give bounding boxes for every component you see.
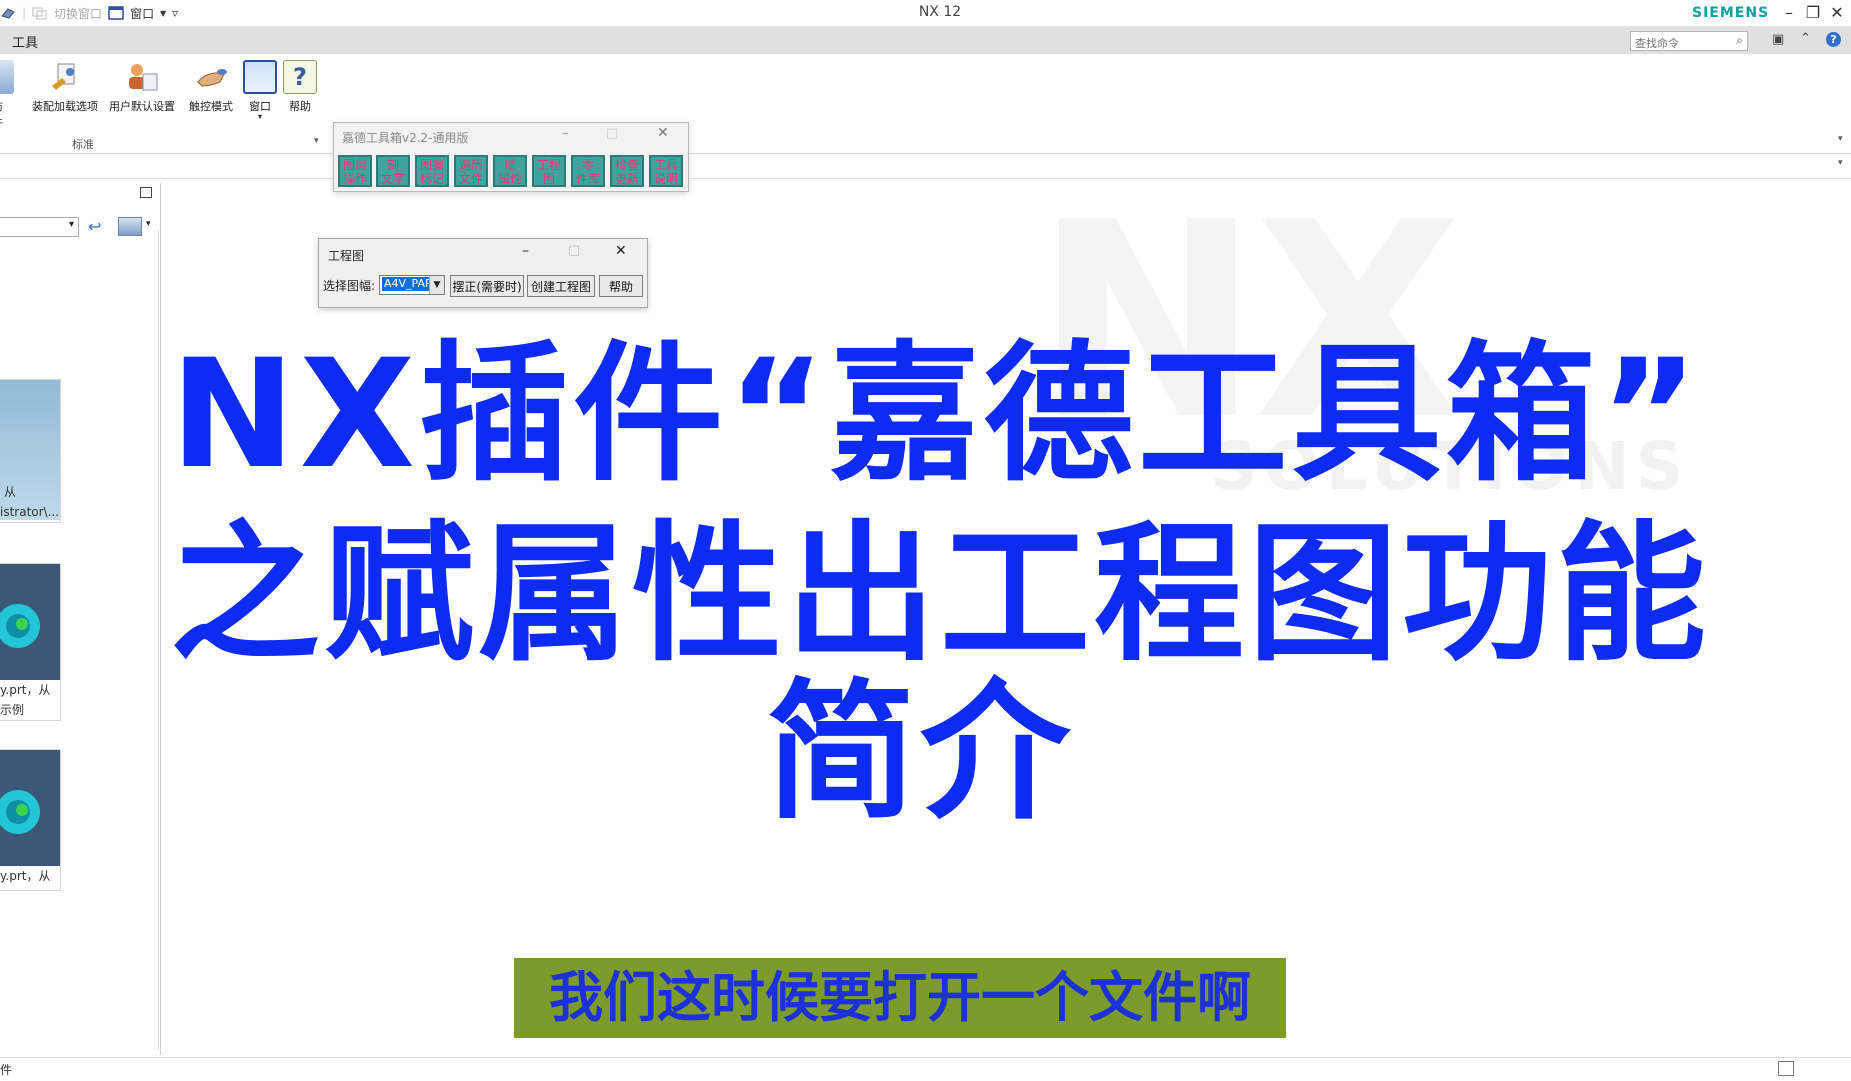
- dialog-maximize-button[interactable]: □: [568, 243, 580, 258]
- group-expand-icon[interactable]: ▾: [314, 136, 319, 146]
- list-item[interactable]: 从 istrator\...: [0, 379, 61, 523]
- window-menu-label[interactable]: 窗口: [130, 5, 154, 22]
- help-book-icon: ?: [283, 60, 317, 94]
- item-caption: 示例: [0, 703, 25, 717]
- dialog-close-button[interactable]: ✕: [615, 243, 627, 259]
- create-drawing-button[interactable]: 创建工程图: [527, 275, 595, 297]
- dropdown-arrow-icon[interactable]: ▾: [160, 6, 166, 20]
- part-thumbnail: [0, 564, 60, 680]
- help-icon[interactable]: ?: [1826, 32, 1841, 47]
- view-dropdown-icon[interactable]: ▾: [146, 219, 151, 229]
- sheet-size-select[interactable]: A4V_PAR ▼: [379, 275, 445, 295]
- toolbox-close-button[interactable]: ✕: [657, 125, 669, 141]
- toolbox-check-update-button[interactable]: 检查 更新: [610, 155, 644, 187]
- status-bar: 件: [0, 1057, 1851, 1081]
- customize-arrow-icon[interactable]: ▿: [172, 6, 178, 20]
- headline-line-2: 之赋属性出工程图功能: [170, 508, 1711, 682]
- subtitle-caption: 我们这时候要打开一个文件啊: [514, 958, 1286, 1038]
- toolbox-traverse-files-button[interactable]: 遍历 文件: [454, 155, 488, 187]
- toolbox-layer-operation-button[interactable]: 图层 操作: [338, 155, 372, 187]
- ribbon-button-assembly-load-options[interactable]: 装配加载选项: [30, 60, 100, 114]
- toolbox-part-library-button[interactable]: 零件库: [571, 155, 605, 187]
- list-item[interactable]: y.prt，从 示例: [0, 563, 61, 721]
- assembly-load-options-icon: [48, 60, 82, 94]
- item-caption: y.prt，从: [0, 869, 51, 883]
- window-dropdown-icon[interactable]: ▾: [240, 113, 280, 121]
- list-item[interactable]: y.prt，从: [0, 749, 61, 891]
- sheet-size-value: A4V_PAR: [382, 277, 435, 291]
- menu-bar: 工具 ⌕ ▣ ⌃ ?: [0, 27, 1851, 54]
- resource-panel: ▾ ↩ ▾ 从 istrator\... y.prt，从 示例 y.prt，从: [0, 183, 161, 1055]
- window-icon: [243, 60, 277, 94]
- restore-button[interactable]: ❐: [1802, 2, 1824, 24]
- item-caption: [0, 886, 60, 890]
- align-button[interactable]: 摆正(需要时): [450, 275, 524, 297]
- toolbox-tool-help-button[interactable]: 工具 说明: [649, 155, 683, 187]
- headline-line-3: 简介: [765, 666, 1074, 840]
- command-search[interactable]: ⌕: [1630, 31, 1748, 52]
- touch-mode-icon: [194, 60, 228, 94]
- headline-line-1: NX插件“嘉德工具箱”: [170, 328, 1703, 502]
- ribbon-button-user-defaults[interactable]: 用户默认设置: [106, 60, 178, 114]
- app-title: NX 12: [918, 4, 962, 20]
- part-thumbnail: [0, 750, 60, 866]
- toolbox-engrave-text-button[interactable]: 刻文字: [376, 155, 410, 187]
- command-search-input[interactable]: [1631, 36, 1731, 52]
- siemens-logo: SIEMENS: [1692, 5, 1770, 21]
- ribbon: 访 件 装配加载选项 用户默认设置 触控模式 窗口 ▾ ? 帮助 标准 ▾ ▾: [0, 54, 1851, 154]
- recent-files-icon: [0, 60, 14, 94]
- toolbar-expand-icon[interactable]: ▾: [1838, 158, 1843, 168]
- item-caption: 从: [4, 485, 17, 499]
- ribbon-button-recent-files[interactable]: 访 件: [0, 60, 18, 130]
- ribbon-options-icon[interactable]: ▣: [1772, 32, 1784, 47]
- toolbox-drawing-button[interactable]: 工程图: [532, 155, 566, 187]
- collapse-ribbon-icon[interactable]: ⌃: [1800, 31, 1811, 46]
- quick-access-toolbar: | 切换窗口 窗口 ▾ ▿: [0, 3, 178, 23]
- toolbox-window: 嘉德工具箱v2.2-通用版 – □ ✕ 图层 操作 刻文字 图案 标记 遍历 文件 赋…: [333, 122, 689, 192]
- toolbox-maximize-button[interactable]: □: [606, 126, 618, 141]
- chevron-down-icon: ▼: [429, 276, 444, 294]
- subtitle-text: 我们这时候要打开一个文件啊: [549, 966, 1251, 1029]
- fullscreen-icon[interactable]: [1778, 1061, 1794, 1076]
- minimize-button[interactable]: –: [1778, 2, 1800, 24]
- ribbon-button-window[interactable]: 窗口 ▾: [240, 60, 280, 121]
- switch-window-label[interactable]: 切换窗口: [54, 5, 102, 22]
- menu-tools[interactable]: 工具: [12, 32, 38, 51]
- status-text: 件: [0, 1063, 13, 1077]
- switch-window-icon[interactable]: [32, 6, 48, 20]
- ribbon-group-label: 标准: [72, 138, 94, 151]
- close-button[interactable]: ✕: [1826, 2, 1848, 24]
- ribbon-expand-icon[interactable]: ▾: [1838, 134, 1843, 144]
- toolbox-pattern-mark-button[interactable]: 图案 标记: [415, 155, 449, 187]
- ribbon-button-help[interactable]: ? 帮助: [282, 60, 318, 114]
- search-icon[interactable]: ⌕: [1736, 33, 1743, 48]
- user-defaults-icon: [125, 60, 159, 94]
- item-caption: y.prt，从: [0, 683, 51, 697]
- item-caption: istrator\...: [0, 505, 60, 519]
- quick-access-eraser-icon[interactable]: [0, 6, 16, 20]
- maximize-panel-icon[interactable]: [140, 187, 152, 198]
- window-menu-icon[interactable]: [108, 6, 124, 20]
- dialog-title: 工程图: [328, 249, 365, 263]
- title-bar: | 切换窗口 窗口 ▾ ▿ NX 12 SIEMENS – ❐ ✕: [0, 0, 1851, 27]
- toolbox-minimize-button[interactable]: –: [562, 126, 569, 141]
- ribbon-button-touch-mode[interactable]: 触控模式: [184, 60, 238, 114]
- dialog-minimize-button[interactable]: –: [522, 243, 529, 259]
- history-list: 从 istrator\... y.prt，从 示例 y.prt，从: [0, 229, 159, 1051]
- toolbox-assign-attributes-button[interactable]: 赋属性: [493, 155, 527, 187]
- sheet-size-label: 选择图幅:: [323, 279, 376, 293]
- toolbox-title: 嘉德工具箱v2.2-通用版: [342, 131, 469, 145]
- resource-toolbar: ▾: [0, 154, 1851, 179]
- drawing-dialog: 工程图 – □ ✕ 选择图幅: A4V_PAR ▼ 摆正(需要时) 创建工程图 …: [318, 238, 648, 308]
- dialog-help-button[interactable]: 帮助: [599, 275, 643, 297]
